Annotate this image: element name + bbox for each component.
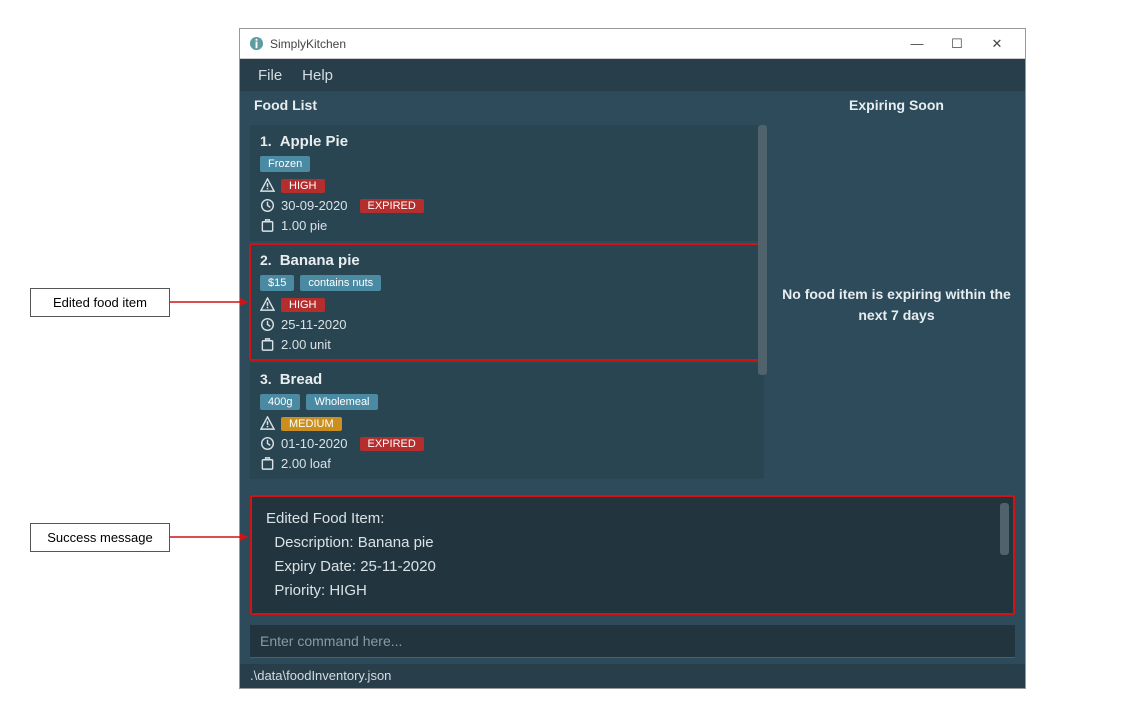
menu-file[interactable]: File [248,61,292,90]
clock-icon [260,436,275,451]
package-icon [260,218,275,233]
clock-icon [260,317,275,332]
quantity: 2.00 unit [281,337,331,352]
clock-icon [260,198,275,213]
tag: $15 [260,275,294,291]
expiry-date: 25-11-2020 [281,317,347,332]
tag: 400g [260,394,300,410]
priority-badge: MEDIUM [281,417,342,431]
result-panel: Edited Food Item: Description: Banana pi… [250,495,1015,615]
callout-edited-food: Edited food item [30,288,170,317]
app-icon [248,36,264,52]
maximize-button[interactable]: ☐ [937,30,977,58]
column-headers: Food List Expiring Soon [240,91,1025,121]
callout-success-message: Success message [30,523,170,552]
food-card[interactable]: 2. Banana pie $15 contains nuts HIGH 25-11-20… [250,244,764,360]
food-list-header: Food List [240,91,768,121]
food-index: 3. [260,371,272,387]
food-name: Banana pie [280,252,360,269]
food-name: Bread [280,371,323,388]
close-button[interactable]: ✕ [977,30,1017,58]
tags-row: 400g Wholemeal [260,394,754,410]
tag: Frozen [260,156,310,172]
result-line: Priority: HIGH [266,579,999,603]
package-icon [260,456,275,471]
priority-badge: HIGH [281,298,325,312]
food-index: 1. [260,133,272,149]
window-title: SimplyKitchen [270,37,897,51]
result-line: Edited Food Item: [266,507,999,531]
expired-badge: EXPIRED [360,437,424,451]
main-content: 1. Apple Pie Frozen HIGH 30-09-2020 EXPIRED 1.… [240,121,1025,489]
app-window: SimplyKitchen — ☐ ✕ File Help Food List … [239,28,1026,689]
tag: Wholemeal [306,394,377,410]
food-index: 2. [260,252,272,268]
quantity: 2.00 loaf [281,456,331,471]
expired-badge: EXPIRED [360,199,424,213]
food-list-column: 1. Apple Pie Frozen HIGH 30-09-2020 EXPIRED 1.… [240,121,768,489]
expiring-soon-header: Expiring Soon [768,91,1025,121]
expiring-message: No food item is expiring within the next… [782,284,1011,326]
menubar: File Help [240,59,1025,91]
expiry-date: 30-09-2020 [281,198,348,213]
food-card[interactable]: 3. Bread 400g Wholemeal MEDIUM 01-10-2020 EXPI… [250,363,764,479]
result-line: Description: Banana pie [266,531,999,555]
expiry-date: 01-10-2020 [281,436,348,451]
food-card[interactable]: 1. Apple Pie Frozen HIGH 30-09-2020 EXPIRED 1.… [250,125,764,241]
callout-arrow [170,296,255,316]
expiring-column: No food item is expiring within the next… [768,121,1025,489]
priority-badge: HIGH [281,179,325,193]
scrollbar-thumb[interactable] [1000,503,1009,555]
statusbar: .\data\foodInventory.json [240,664,1025,688]
warning-icon [260,297,275,312]
tag: contains nuts [300,275,381,291]
window-controls: — ☐ ✕ [897,30,1017,58]
minimize-button[interactable]: — [897,30,937,58]
warning-icon [260,178,275,193]
titlebar: SimplyKitchen — ☐ ✕ [240,29,1025,59]
menu-help[interactable]: Help [292,61,343,90]
food-list[interactable]: 1. Apple Pie Frozen HIGH 30-09-2020 EXPIRED 1.… [250,125,764,485]
scrollbar-thumb[interactable] [758,125,767,375]
callout-arrow [170,531,255,551]
package-icon [260,337,275,352]
tags-row: Frozen [260,156,754,172]
tags-row: $15 contains nuts [260,275,754,291]
warning-icon [260,416,275,431]
food-name: Apple Pie [280,133,348,150]
quantity: 1.00 pie [281,218,327,233]
command-input[interactable] [250,625,1015,658]
result-line: Expiry Date: 25-11-2020 [266,555,999,579]
command-row [240,617,1025,664]
